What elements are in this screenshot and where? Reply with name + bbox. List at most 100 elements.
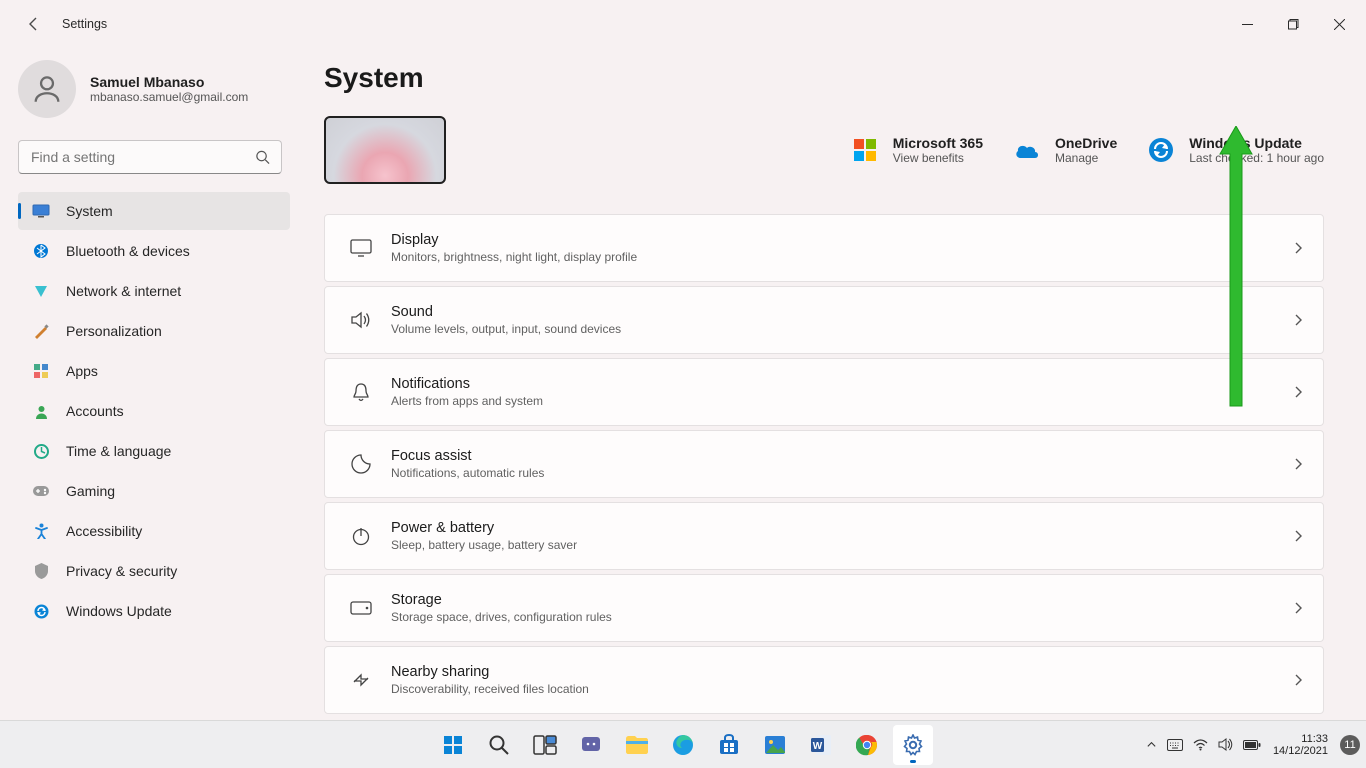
setting-subtitle: Notifications, automatic rules: [391, 466, 1293, 480]
hero-subtitle: Manage: [1055, 151, 1117, 165]
taskbar-search[interactable]: [479, 725, 519, 765]
storage-icon: [341, 601, 381, 615]
setting-nearby-sharing[interactable]: Nearby sharing Discoverability, received …: [324, 646, 1324, 714]
maximize-button[interactable]: [1270, 8, 1316, 40]
sidebar-item-bluetooth-devices[interactable]: Bluetooth & devices: [18, 232, 290, 270]
hero-title: Microsoft 365: [893, 135, 983, 151]
sidebar-item-label: Personalization: [66, 323, 162, 339]
taskbar-chrome[interactable]: [847, 725, 887, 765]
back-button[interactable]: [24, 14, 44, 34]
sidebar-item-label: Gaming: [66, 483, 115, 499]
minimize-button[interactable]: [1224, 8, 1270, 40]
profile-block[interactable]: Samuel Mbanaso mbanaso.samuel@gmail.com: [18, 60, 298, 118]
sidebar-item-label: Apps: [66, 363, 98, 379]
sidebar-item-label: Accounts: [66, 403, 124, 419]
search-input[interactable]: [18, 140, 282, 174]
system-icon: [32, 202, 50, 220]
sidebar-item-time-language[interactable]: Time & language: [18, 432, 290, 470]
chevron-right-icon: [1293, 673, 1303, 687]
avatar: [18, 60, 76, 118]
chevron-right-icon: [1293, 241, 1303, 255]
hero-title: OneDrive: [1055, 135, 1117, 151]
hero-subtitle: Last checked: 1 hour ago: [1189, 151, 1324, 165]
nearby-icon: [341, 670, 381, 690]
setting-title: Power & battery: [391, 520, 1293, 536]
taskbar-explorer[interactable]: [617, 725, 657, 765]
hero-microsoft-[interactable]: Microsoft 365View benefits: [851, 135, 983, 165]
onedrive-icon: [1013, 136, 1041, 164]
setting-storage[interactable]: Storage Storage space, drives, configurat…: [324, 574, 1324, 642]
setting-subtitle: Discoverability, received files location: [391, 682, 1293, 696]
volume-icon[interactable]: [1218, 738, 1233, 751]
sidebar-item-label: Windows Update: [66, 603, 172, 619]
profile-name: Samuel Mbanaso: [90, 74, 248, 90]
setting-title: Storage: [391, 592, 1293, 608]
taskbar-start[interactable]: [433, 725, 473, 765]
sidebar-item-windows-update[interactable]: Windows Update: [18, 592, 290, 630]
ms365-icon: [851, 136, 879, 164]
sidebar-item-personalization[interactable]: Personalization: [18, 312, 290, 350]
setting-title: Notifications: [391, 376, 1293, 392]
bluetooth-icon: [32, 242, 50, 260]
sidebar-item-accounts[interactable]: Accounts: [18, 392, 290, 430]
setting-power-battery[interactable]: Power & battery Sleep, battery usage, bat…: [324, 502, 1324, 570]
notification-count[interactable]: 11: [1340, 735, 1360, 755]
setting-subtitle: Alerts from apps and system: [391, 394, 1293, 408]
sidebar-item-label: Network & internet: [66, 283, 181, 299]
power-icon: [341, 526, 381, 546]
hero-windows-update[interactable]: Windows UpdateLast checked: 1 hour ago: [1147, 135, 1324, 165]
sidebar-item-label: Privacy & security: [66, 563, 177, 579]
taskbar-settings[interactable]: [893, 725, 933, 765]
setting-sound[interactable]: Sound Volume levels, output, input, sound…: [324, 286, 1324, 354]
taskbar-taskview[interactable]: [525, 725, 565, 765]
close-button[interactable]: [1316, 8, 1362, 40]
sidebar-item-accessibility[interactable]: Accessibility: [18, 512, 290, 550]
taskbar-edge[interactable]: [663, 725, 703, 765]
tray-chevron-up-icon[interactable]: [1146, 739, 1157, 750]
keyboard-icon[interactable]: [1167, 739, 1183, 751]
taskbar-chat[interactable]: [571, 725, 611, 765]
sidebar-item-system[interactable]: System: [18, 192, 290, 230]
sidebar-item-gaming[interactable]: Gaming: [18, 472, 290, 510]
clock[interactable]: 11:33 14/12/2021: [1273, 733, 1328, 757]
desktop-preview[interactable]: [324, 116, 446, 184]
setting-title: Sound: [391, 304, 1293, 320]
chevron-right-icon: [1293, 601, 1303, 615]
taskbar-word[interactable]: W: [801, 725, 841, 765]
window-title: Settings: [62, 17, 107, 31]
update-icon: [32, 602, 50, 620]
hero-subtitle: View benefits: [893, 151, 983, 165]
sound-icon: [341, 311, 381, 329]
sidebar-item-network-internet[interactable]: Network & internet: [18, 272, 290, 310]
setting-title: Display: [391, 232, 1293, 248]
accessibility-icon: [32, 522, 50, 540]
page-title: System: [324, 62, 1354, 94]
taskbar-store[interactable]: [709, 725, 749, 765]
setting-subtitle: Sleep, battery usage, battery saver: [391, 538, 1293, 552]
setting-subtitle: Volume levels, output, input, sound devi…: [391, 322, 1293, 336]
setting-focus-assist[interactable]: Focus assist Notifications, automatic rul…: [324, 430, 1324, 498]
sidebar-item-label: Time & language: [66, 443, 171, 459]
network-icon: [32, 282, 50, 300]
apps-icon: [32, 362, 50, 380]
sidebar-item-label: Accessibility: [66, 523, 142, 539]
personalization-icon: [32, 322, 50, 340]
setting-title: Nearby sharing: [391, 664, 1293, 680]
focus-icon: [341, 454, 381, 474]
hero-onedrive[interactable]: OneDriveManage: [1013, 135, 1117, 165]
battery-icon[interactable]: [1243, 739, 1261, 751]
wifi-icon[interactable]: [1193, 739, 1208, 751]
system-tray[interactable]: [1146, 738, 1261, 751]
sidebar-item-privacy-security[interactable]: Privacy & security: [18, 552, 290, 590]
setting-subtitle: Storage space, drives, configuration rul…: [391, 610, 1293, 624]
svg-text:W: W: [813, 741, 823, 752]
sidebar-item-apps[interactable]: Apps: [18, 352, 290, 390]
setting-notifications[interactable]: Notifications Alerts from apps and system: [324, 358, 1324, 426]
chevron-right-icon: [1293, 529, 1303, 543]
hero-title: Windows Update: [1189, 135, 1324, 151]
display-icon: [341, 239, 381, 257]
taskbar-photos[interactable]: [755, 725, 795, 765]
accounts-icon: [32, 402, 50, 420]
setting-title: Focus assist: [391, 448, 1293, 464]
setting-display[interactable]: DisplayMonitors, brightness, night light…: [324, 214, 1324, 282]
